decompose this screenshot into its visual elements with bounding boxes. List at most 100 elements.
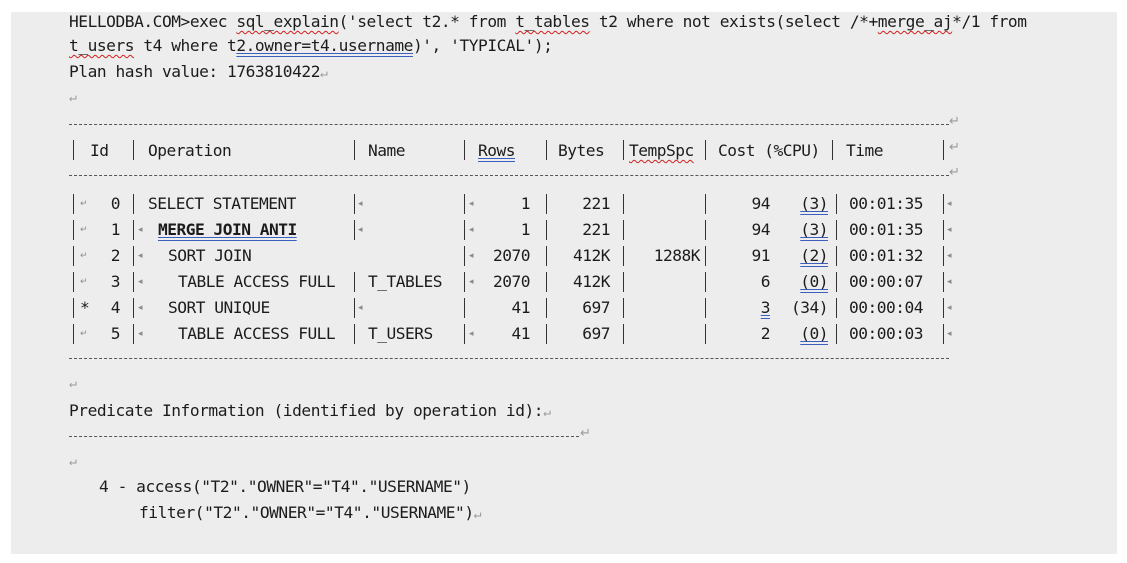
table-header-rule [69,175,949,176]
column-separator [73,272,74,292]
column-separator [133,220,134,240]
tab-mark-icon: ↵ [80,277,88,287]
column-separator [354,194,355,214]
column-separator [133,140,134,160]
column-separator [705,194,706,214]
sql-table-2: t_users [69,36,135,55]
sql-mid-3: t4 where t [134,36,237,55]
column-separator [832,140,833,160]
column-separator [354,324,355,344]
tab-mark-icon: ◂ [947,329,952,339]
row-operation: SORT JOIN [168,246,252,265]
column-separator [546,246,547,266]
row-mark: * [80,298,90,317]
row-rows: 41 [511,298,531,317]
row-cost: 94 [751,194,771,213]
row-time: 00:01:32 [849,246,923,265]
paragraph-mark-icon: ↵ [69,376,77,391]
header-bytes: Bytes [558,141,605,160]
predicate-line-2: filter("T2"."OWNER"="T4"."USERNAME")↵ [139,501,482,525]
sql-line-2: t_users t4 where t2.owner=t4.username)',… [69,34,553,58]
row-cost: 6 [760,272,771,291]
tab-mark-icon: ◂ [947,277,952,287]
tab-mark-icon: ↵ [80,199,88,209]
tab-mark-icon: ◂ [358,225,363,235]
row-cpu: (2) [800,246,828,265]
row-name: T_TABLES [368,272,442,291]
sql-function-name: sql_explain [236,12,339,31]
column-separator [943,246,944,266]
tab-mark-icon: ◂ [138,225,143,235]
row-cost: 94 [751,220,771,239]
row-rows: 1 [520,194,531,213]
table-top-rule [69,124,949,125]
paragraph-mark-icon: ↵ [319,66,328,81]
tab-mark-icon: ◂ [358,303,363,313]
column-separator [73,194,74,214]
header-tempspc: TempSpc [629,141,694,160]
column-separator [623,298,624,318]
row-rows: 1 [520,220,531,239]
row-cost: 2 [760,324,771,343]
column-separator [943,140,944,160]
row-bytes: 221 [582,194,610,213]
row-rows: 2070 [493,272,530,291]
sql-predicate: 2.owner=t4.username [236,36,413,55]
row-time: 00:01:35 [849,194,923,213]
row-operation: TABLE ACCESS FULL [178,272,336,291]
column-separator [133,324,134,344]
column-separator [133,298,134,318]
column-separator [623,246,624,266]
column-separator [133,246,134,266]
column-separator [133,194,134,214]
tab-mark-icon: ↵ [80,251,88,261]
row-cpu: (3) [800,194,828,213]
row-time: 00:00:03 [849,324,923,343]
column-separator [73,246,74,266]
column-separator [546,220,547,240]
paragraph-mark-icon: ↵ [949,139,960,154]
sql-hint: merge_aj [877,12,953,31]
tab-mark-icon: ◂ [947,199,952,209]
column-separator [464,220,465,240]
column-separator [836,246,837,266]
paragraph-mark-icon: ↵ [473,507,482,522]
tab-mark-icon: ◂ [947,225,952,235]
column-separator [623,140,624,160]
column-separator [836,324,837,344]
paragraph-mark-icon: ↵ [69,454,77,469]
sql-end: )', 'TYPICAL'); [412,36,553,55]
column-separator [836,272,837,292]
predicate-rule [69,436,579,437]
tab-mark-icon: ↵ [80,329,88,339]
column-separator [354,272,355,292]
row-cpu: (0) [800,324,828,343]
tab-mark-icon: ◂ [358,199,363,209]
predicate-title: Predicate Information (identified by ope… [69,401,544,420]
column-separator [73,324,74,344]
tab-mark-icon: ↵ [80,225,88,235]
column-separator [623,220,624,240]
predicate-title-line: Predicate Information (identified by ope… [69,399,551,423]
row-id: 2 [110,246,121,265]
sql-open: ('select t2.* from [338,12,516,31]
sql-mid-1: t2 where not exists(select /*+ [589,12,878,31]
column-separator [73,220,74,240]
column-separator [623,194,624,214]
row-tempspc: 1288K [653,246,701,265]
row-cpu: (0) [800,272,828,291]
row-cpu: (34) [791,298,828,317]
column-separator [464,272,465,292]
column-separator [464,298,465,318]
sql-exec: exec [189,12,237,31]
paragraph-mark-icon: ↵ [543,405,551,420]
table-bottom-rule [69,358,949,359]
row-operation: SORT UNIQUE [168,298,270,317]
paragraph-mark-icon: ↵ [949,164,960,179]
column-separator [546,194,547,214]
predicate-line-1: 4 - access("T2"."OWNER"="T4"."USERNAME") [99,475,471,499]
plan-hash-line: Plan hash value: 1763810422↵ [69,60,328,84]
column-separator [546,272,547,292]
row-rows: 2070 [493,246,530,265]
column-separator [354,298,355,318]
